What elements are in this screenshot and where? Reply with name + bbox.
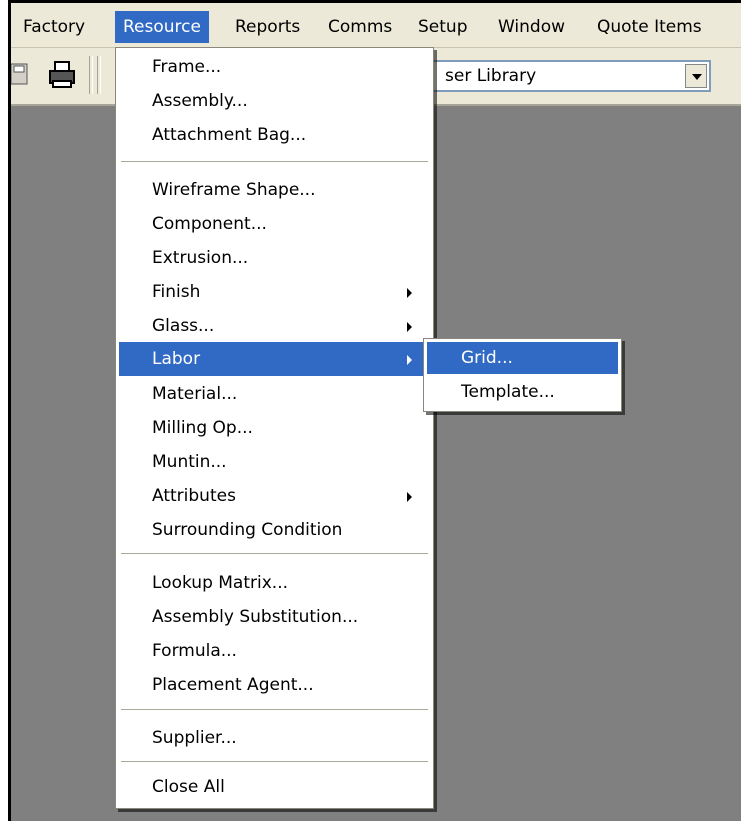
menu-factory[interactable]: Factory bbox=[15, 11, 93, 43]
menu-item-glass-label: Glass... bbox=[152, 316, 215, 336]
menu-item-muntin[interactable]: Muntin... bbox=[119, 445, 430, 479]
menu-item-finish-label: Finish bbox=[152, 282, 201, 302]
menu-item-milling-op[interactable]: Milling Op... bbox=[119, 411, 430, 445]
submenu-arrow-icon bbox=[407, 288, 412, 298]
menu-separator bbox=[121, 709, 428, 710]
menu-item-labor-label: Labor bbox=[152, 349, 201, 369]
menu-quote-items[interactable]: Quote Items bbox=[589, 11, 710, 43]
menubar: Factory Resource Reports Comms Setup Win… bbox=[11, 3, 741, 48]
menu-item-attributes-label: Attributes bbox=[152, 486, 236, 506]
menu-item-component[interactable]: Component... bbox=[119, 207, 430, 241]
menu-window[interactable]: Window bbox=[490, 11, 573, 43]
submenu-arrow-icon bbox=[407, 322, 412, 332]
menu-comms[interactable]: Comms bbox=[320, 11, 400, 43]
menu-resource[interactable]: Resource bbox=[115, 11, 209, 43]
menu-item-glass[interactable]: Glass... bbox=[119, 309, 430, 343]
toolbar-separator bbox=[97, 56, 101, 94]
chevron-down-icon[interactable] bbox=[685, 64, 707, 88]
submenu-arrow-icon bbox=[407, 492, 412, 502]
menu-item-labor[interactable]: Labor bbox=[119, 342, 430, 376]
menu-item-lookup-matrix[interactable]: Lookup Matrix... bbox=[119, 566, 430, 600]
labor-submenu: Grid... Template... bbox=[423, 338, 622, 412]
submenu-arrow-icon bbox=[407, 355, 412, 365]
submenu-item-template[interactable]: Template... bbox=[427, 376, 618, 408]
menu-item-finish[interactable]: Finish bbox=[119, 275, 430, 309]
library-combobox-value: ser Library bbox=[445, 66, 537, 86]
menu-item-extrusion[interactable]: Extrusion... bbox=[119, 241, 430, 275]
menu-item-frame[interactable]: Frame... bbox=[119, 50, 430, 84]
menu-setup[interactable]: Setup bbox=[410, 11, 475, 43]
menu-separator bbox=[121, 761, 428, 762]
menu-item-placement-agent[interactable]: Placement Agent... bbox=[119, 668, 430, 702]
submenu-item-grid[interactable]: Grid... bbox=[427, 342, 618, 374]
menu-item-surrounding-condition[interactable]: Surrounding Condition bbox=[119, 513, 430, 547]
library-combobox[interactable]: ser Library bbox=[431, 60, 711, 92]
menu-item-wireframe-shape[interactable]: Wireframe Shape... bbox=[119, 173, 430, 207]
menu-item-formula[interactable]: Formula... bbox=[119, 634, 430, 668]
menu-item-attachment-bag[interactable]: Attachment Bag... bbox=[119, 118, 430, 152]
menu-item-material[interactable]: Material... bbox=[119, 377, 430, 411]
menu-item-attributes[interactable]: Attributes bbox=[119, 479, 430, 513]
menu-reports[interactable]: Reports bbox=[227, 11, 308, 43]
resource-menu: Frame... Assembly... Attachment Bag... W… bbox=[115, 47, 434, 809]
menu-separator bbox=[121, 161, 428, 162]
menu-item-assembly[interactable]: Assembly... bbox=[119, 84, 430, 118]
printer-icon[interactable] bbox=[47, 58, 77, 92]
menu-item-close-all[interactable]: Close All bbox=[119, 770, 430, 804]
toolbar-separator bbox=[89, 56, 93, 94]
menu-item-supplier[interactable]: Supplier... bbox=[119, 721, 430, 755]
menu-separator bbox=[121, 553, 428, 554]
save-icon[interactable] bbox=[10, 58, 41, 92]
menu-item-assembly-substitution[interactable]: Assembly Substitution... bbox=[119, 600, 430, 634]
